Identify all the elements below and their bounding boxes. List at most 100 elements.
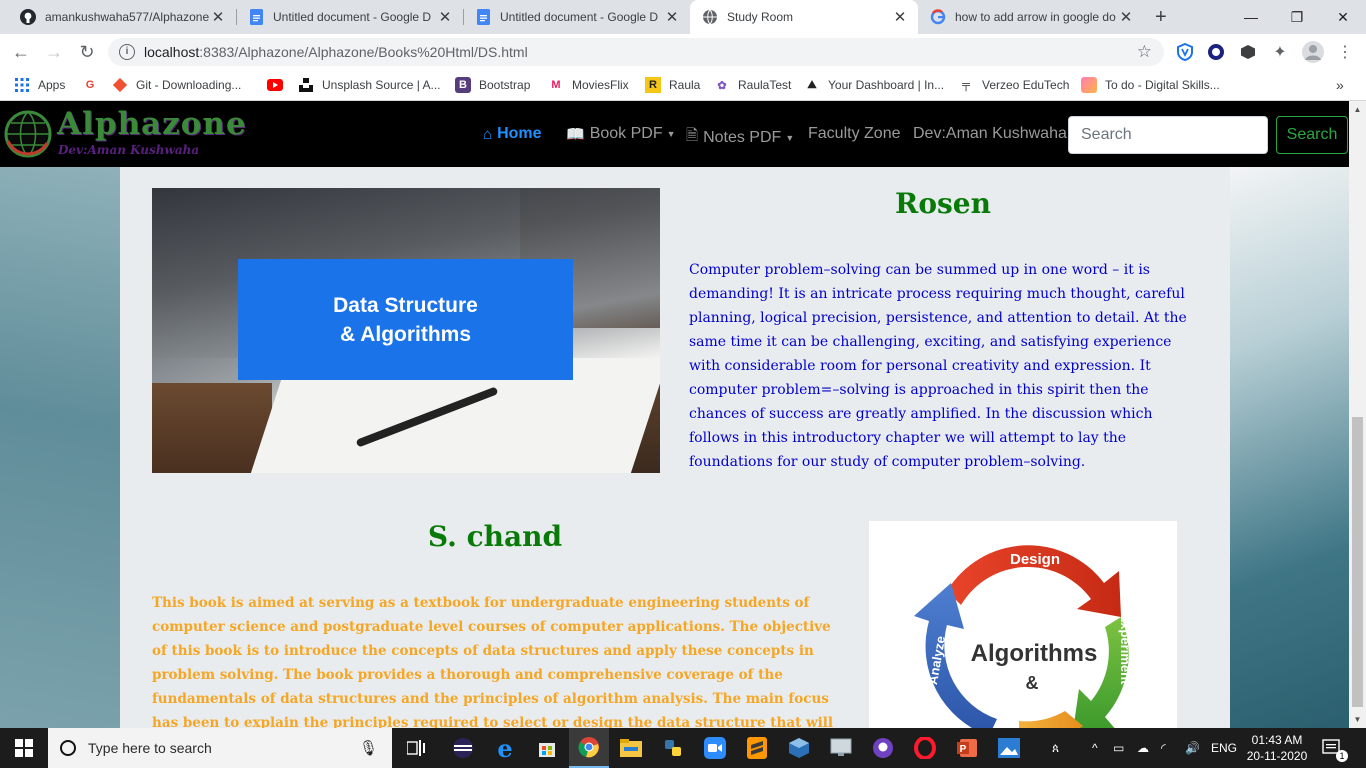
- youtube-icon: [267, 77, 283, 93]
- bookmark-dashboard[interactable]: ⛰ Your Dashboard | In...: [804, 77, 944, 93]
- bookmark-git[interactable]: Git - Downloading...: [112, 77, 241, 93]
- nav-developer[interactable]: Dev:Aman Kushwaha: [913, 125, 1067, 143]
- bookmark-verzeo[interactable]: ╤ Verzeo EduTech: [958, 77, 1069, 93]
- minimize-button[interactable]: —: [1228, 0, 1274, 34]
- bookmark-youtube[interactable]: [267, 77, 291, 93]
- virtualbox-app-icon[interactable]: [779, 728, 819, 768]
- book-title-rosen: Rosen: [895, 187, 991, 220]
- notification-center-icon[interactable]: 1: [1322, 728, 1348, 768]
- file-explorer-icon[interactable]: [611, 728, 651, 768]
- microphone-icon[interactable]: 🎙: [359, 739, 378, 757]
- tab-title: Untitled document - Google D: [500, 10, 659, 24]
- store-app-icon[interactable]: [527, 728, 567, 768]
- bookmark-bootstrap[interactable]: B Bootstrap: [455, 77, 530, 93]
- scroll-thumb[interactable]: [1352, 417, 1363, 707]
- browser-toolbar: ← → ↻ i localhost:8383/Alphazone/Alphazo…: [0, 34, 1366, 70]
- opera-app-icon[interactable]: [905, 728, 945, 768]
- mountain-icon: ⛰: [807, 78, 817, 91]
- site-logo[interactable]: Alphazone: [57, 106, 247, 142]
- bookmark-raulatest[interactable]: ✿ RaulaTest: [714, 77, 791, 93]
- forward-arrow-icon[interactable]: →: [43, 41, 65, 63]
- reload-icon[interactable]: ↻: [76, 41, 98, 63]
- battery-icon[interactable]: ▭: [1113, 728, 1124, 768]
- wifi-icon[interactable]: ◜: [1161, 728, 1166, 768]
- tab-google-docs-2[interactable]: Untitled document - Google D ✕: [463, 0, 690, 34]
- search-button[interactable]: Search: [1276, 116, 1348, 154]
- windows-start-button[interactable]: [0, 728, 48, 768]
- nav-faculty-zone[interactable]: Faculty Zone: [808, 125, 900, 143]
- close-icon[interactable]: ✕: [664, 8, 680, 26]
- bookmark-raula[interactable]: R Raula: [645, 77, 700, 93]
- book-banner: Data Structure & Algorithms: [238, 259, 573, 380]
- zoom-app-icon[interactable]: [695, 728, 735, 768]
- nav-home[interactable]: ⌂ Home: [483, 125, 542, 143]
- nav-book-pdf[interactable]: 📖 Book PDF ▼: [566, 125, 676, 143]
- address-bar[interactable]: i localhost:8383/Alphazone/Alphazone/Boo…: [108, 38, 1164, 66]
- verzeo-icon: ╤: [962, 79, 970, 91]
- onedrive-icon[interactable]: ☁: [1137, 728, 1149, 768]
- profile-extension-icon[interactable]: [1207, 43, 1225, 61]
- bookmarks-overflow-icon[interactable]: »: [1336, 77, 1344, 93]
- sublime-app-icon[interactable]: [737, 728, 777, 768]
- python-app-icon[interactable]: [653, 728, 693, 768]
- new-tab-button[interactable]: +: [1155, 6, 1167, 29]
- system-clock[interactable]: 01:43 AM 20-11-2020: [1246, 732, 1308, 764]
- scroll-down-arrow-icon[interactable]: ▼: [1349, 711, 1366, 728]
- bookmark-moviesflix[interactable]: M MoviesFlix: [548, 77, 628, 93]
- bookmark-star-icon[interactable]: ☆: [1137, 42, 1152, 62]
- chrome-app-icon[interactable]: [569, 728, 609, 768]
- tab-google-docs-1[interactable]: Untitled document - Google D ✕: [236, 0, 463, 34]
- close-icon[interactable]: ✕: [437, 8, 453, 26]
- close-window-button[interactable]: ✕: [1320, 0, 1366, 34]
- search-input[interactable]: Search: [1068, 116, 1268, 154]
- puzzle-extensions-icon[interactable]: ✦: [1271, 43, 1289, 61]
- menu-dots-icon[interactable]: ⋮: [1336, 43, 1354, 61]
- tray-overflow-icon[interactable]: ^: [1092, 728, 1098, 768]
- bookmark-unsplash[interactable]: Unsplash Source | A...: [298, 77, 441, 93]
- cube-extension-icon[interactable]: [1239, 43, 1257, 61]
- site-navbar: Alphazone Dev:Aman Kushwaha ⌂ Home 📖 Book …: [0, 101, 1349, 167]
- home-icon: ⌂: [483, 125, 493, 143]
- photos-app-icon[interactable]: [989, 728, 1029, 768]
- raulatest-icon: ✿: [717, 79, 727, 92]
- maximize-button[interactable]: ❐: [1274, 0, 1320, 34]
- bookmark-todo[interactable]: To do - Digital Skills...: [1081, 77, 1220, 93]
- moviesflix-icon: M: [551, 79, 561, 91]
- remote-desktop-icon[interactable]: [821, 728, 861, 768]
- close-icon[interactable]: ✕: [1118, 8, 1134, 26]
- taskbar-search-box[interactable]: Type here to search 🎙: [48, 728, 392, 768]
- book-list-container: Data Structure & Algorithms Rosen Comput…: [120, 167, 1230, 728]
- close-icon[interactable]: ✕: [210, 8, 226, 26]
- tab-github[interactable]: amankushwaha577/Alphazone ✕: [8, 0, 236, 34]
- globe-icon: [702, 9, 718, 25]
- scroll-up-arrow-icon[interactable]: ▲: [1349, 101, 1366, 118]
- page-viewport: Data Structure & Algorithms Rosen Comput…: [0, 101, 1349, 728]
- windows-logo-icon: [15, 739, 33, 757]
- volume-icon[interactable]: 🔊: [1185, 728, 1200, 768]
- todo-icon: [1081, 77, 1097, 93]
- task-view-icon[interactable]: [396, 728, 436, 768]
- github-desktop-icon[interactable]: [863, 728, 903, 768]
- people-icon[interactable]: ጰ: [1052, 728, 1059, 768]
- close-icon[interactable]: ✕: [892, 8, 908, 26]
- unsplash-icon: [298, 77, 314, 93]
- shield-extension-icon[interactable]: [1176, 43, 1194, 61]
- bookmark-apps[interactable]: Apps: [14, 77, 65, 93]
- nav-notes-pdf[interactable]: 🗎 Notes PDF ▼: [686, 125, 794, 150]
- edge-app-icon[interactable]: e: [485, 728, 525, 768]
- language-indicator[interactable]: ENG: [1211, 728, 1237, 768]
- cortana-icon: [60, 740, 76, 756]
- diagram-label-design: Design: [1010, 551, 1060, 568]
- globe-logo-icon[interactable]: [3, 109, 53, 159]
- google-icon: [930, 9, 946, 25]
- page-scrollbar[interactable]: ▲ ▼: [1349, 101, 1366, 728]
- tab-google-search[interactable]: how to add arrow in google do ✕: [918, 0, 1144, 34]
- tab-study-room[interactable]: Study Room ✕: [690, 0, 918, 34]
- eclipse-app-icon[interactable]: [443, 728, 483, 768]
- powerpoint-app-icon[interactable]: P: [947, 728, 987, 768]
- avatar[interactable]: [1302, 41, 1324, 63]
- book-image-data-structures: Data Structure & Algorithms: [152, 188, 660, 473]
- info-icon[interactable]: i: [119, 44, 135, 60]
- back-arrow-icon[interactable]: ←: [10, 41, 32, 63]
- bookmark-google[interactable]: G: [82, 77, 106, 93]
